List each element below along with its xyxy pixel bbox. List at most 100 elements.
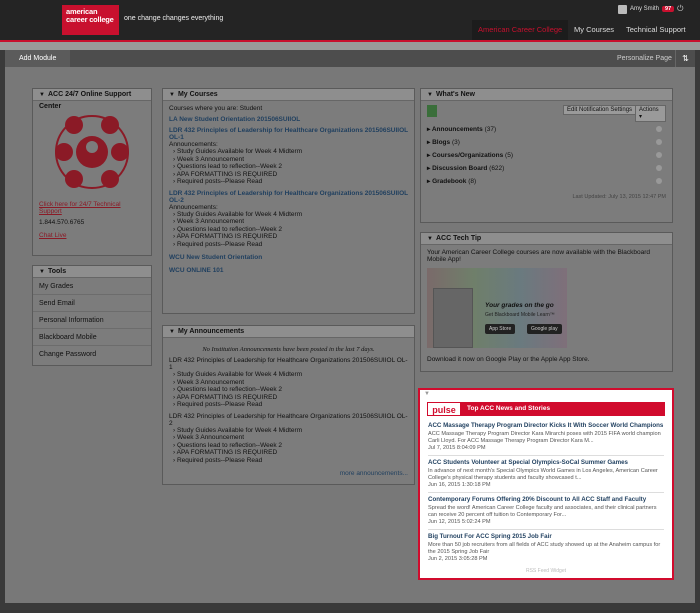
announcement-link[interactable]: › APA FORMATTING IS REQUIRED: [169, 449, 408, 457]
whats-new-row[interactable]: ▸ Announcements (37): [427, 123, 666, 136]
collapse-icon[interactable]: ▼: [427, 89, 433, 101]
user-name[interactable]: Amy Smith: [630, 6, 659, 12]
announcement-link[interactable]: › Questions lead to reflection--Week 2: [169, 386, 408, 394]
google-play-badge[interactable]: Google play: [527, 324, 562, 334]
close-icon[interactable]: [656, 165, 662, 171]
tech-tip-module: ▼ ACC Tech Tip Your American Career Colle…: [420, 232, 673, 372]
tools-item[interactable]: Send Email: [33, 295, 151, 312]
tab-american-career-college[interactable]: American Career College: [472, 20, 569, 40]
whats-new-row[interactable]: ▸ Courses/Organizations (5): [427, 149, 666, 162]
course-link[interactable]: WCU New Student Orientation: [169, 254, 408, 261]
pulse-logo: pulse: [427, 402, 461, 416]
course-link[interactable]: WCU ONLINE 101: [169, 267, 408, 274]
story-title[interactable]: Big Turnout For ACC Spring 2015 Job Fair: [428, 533, 664, 540]
no-announcements-note: No Institution Announcements have been p…: [202, 346, 375, 353]
announcement-list: › Study Guides Available for Week 4 Midt…: [169, 371, 408, 409]
story-date: Jun 12, 2015 5:02:24 PM: [428, 518, 491, 525]
tools-item[interactable]: Change Password: [33, 346, 151, 363]
close-icon[interactable]: [656, 139, 662, 145]
actions-button[interactable]: Actions ▾: [635, 105, 666, 122]
announcement-course: LDR 432 Principles of Leadership for Hea…: [169, 357, 408, 371]
news-story[interactable]: Contemporary Forums Offering 20% Discoun…: [428, 496, 664, 530]
tab-my-courses[interactable]: My Courses: [568, 20, 620, 40]
announcement-link[interactable]: › APA FORMATTING IS REQUIRED: [169, 171, 408, 179]
announcement-link[interactable]: › Week 3 Announcement: [169, 156, 408, 164]
phone-image: [433, 288, 473, 348]
whats-new-row[interactable]: ▸ Gradebook (8): [427, 175, 666, 188]
course-announcements: › Study Guides Available for Week 4 Midt…: [169, 148, 408, 186]
chevron-down-icon: ▾: [639, 114, 643, 120]
download-note: Download it now on Google Play or the Ap…: [427, 356, 590, 363]
announcement-link[interactable]: › Study Guides Available for Week 4 Midt…: [169, 148, 408, 156]
announcement-link[interactable]: › Study Guides Available for Week 4 Midt…: [169, 211, 408, 219]
announcement-list: › Study Guides Available for Week 4 Midt…: [169, 427, 408, 465]
story-title[interactable]: ACC Massage Therapy Program Director Kic…: [428, 422, 664, 429]
announcement-link[interactable]: › Study Guides Available for Week 4 Midt…: [169, 371, 408, 379]
tools-item[interactable]: Personal Information: [33, 312, 151, 329]
module-header: ▼ Tools: [33, 266, 151, 278]
announcement-link[interactable]: › Questions lead to reflection--Week 2: [169, 442, 408, 450]
announcement-link[interactable]: › Week 3 Announcement: [169, 434, 408, 442]
announcement-link[interactable]: › Required posts--Please Read: [169, 457, 408, 465]
user-info: Amy Smith 97 ⏻: [618, 4, 683, 14]
collapse-icon[interactable]: ▼: [424, 391, 430, 397]
whats-new-row[interactable]: ▸ Blogs (3): [427, 136, 666, 149]
course-link[interactable]: LDR 432 Principles of Leadership for Hea…: [169, 127, 408, 141]
announcement-link[interactable]: › Study Guides Available for Week 4 Midt…: [169, 427, 408, 435]
mobile-app-promo[interactable]: Your grades on the go Get Blackboard Mob…: [427, 268, 567, 348]
rss-feed-widget-link[interactable]: RSS Feed Widget: [420, 568, 672, 574]
announcement-link[interactable]: › Week 3 Announcement: [169, 218, 408, 226]
chat-live-link[interactable]: Chat Live: [39, 232, 145, 239]
close-icon[interactable]: [656, 152, 662, 158]
whats-new-row[interactable]: ▸ Discussion Board (622): [427, 162, 666, 175]
module-header: ▼ My Courses: [163, 89, 414, 101]
pulse-title: Top ACC News and Stories: [467, 405, 551, 412]
module-header: ▼ My Announcements: [163, 326, 414, 338]
collapse-icon[interactable]: ▼: [169, 326, 175, 338]
story-title[interactable]: ACC Students Volunteer at Special Olympi…: [428, 459, 664, 466]
news-story[interactable]: Big Turnout For ACC Spring 2015 Job Fair…: [428, 533, 664, 565]
announcement-link[interactable]: › Required posts--Please Read: [169, 178, 408, 186]
announcement-link[interactable]: › Required posts--Please Read: [169, 401, 408, 409]
tab-technical-support[interactable]: Technical Support: [620, 20, 692, 40]
course-link[interactable]: LA New Student Orientation 201506SUIIOL: [169, 116, 408, 123]
story-excerpt: More than 50 job recruiters from all fie…: [428, 542, 661, 555]
tech-support-link[interactable]: Click here for 24/7 Technical Support: [39, 201, 145, 215]
whats-new-module: ▼ What's New Edit Notification Settings A…: [420, 88, 673, 223]
my-announcements-module: ▼ My Announcements No Institution Announc…: [162, 325, 415, 485]
user-thumbnail: [427, 105, 437, 117]
collapse-icon[interactable]: ▼: [39, 266, 45, 278]
tagline: one change changes everything: [124, 15, 224, 22]
tools-item[interactable]: My Grades: [33, 278, 151, 295]
collapse-icon[interactable]: ▼: [169, 89, 175, 101]
close-icon[interactable]: [656, 126, 662, 132]
app-store-badge[interactable]: App Store: [485, 324, 516, 334]
edit-notification-settings-button[interactable]: Edit Notification Settings: [563, 105, 637, 115]
notification-badge[interactable]: 97: [662, 6, 675, 12]
story-date: Jun 16, 2015 1:30:18 PM: [428, 481, 491, 488]
support-phone: 1.844.570.6765: [39, 219, 85, 226]
course-link[interactable]: LDR 432 Principles of Leadership for Hea…: [169, 190, 408, 204]
news-story[interactable]: ACC Students Volunteer at Special Olympi…: [428, 459, 664, 493]
announcement-link[interactable]: › APA FORMATTING IS REQUIRED: [169, 233, 408, 241]
news-story[interactable]: ACC Massage Therapy Program Director Kic…: [428, 422, 664, 456]
more-announcements-link[interactable]: more announcements...: [169, 470, 408, 477]
announcement-link[interactable]: › Required posts--Please Read: [169, 241, 408, 249]
promo-subtitle: Get Blackboard Mobile Learn™: [485, 312, 555, 318]
user-avatar[interactable]: [618, 4, 627, 14]
power-icon[interactable]: ⏻: [677, 4, 683, 14]
announcement-link[interactable]: › Week 3 Announcement: [169, 379, 408, 387]
add-module-button[interactable]: Add Module: [5, 50, 71, 67]
course-announcements: › Study Guides Available for Week 4 Midt…: [169, 211, 408, 249]
story-title[interactable]: Contemporary Forums Offering 20% Discoun…: [428, 496, 664, 503]
collapse-icon[interactable]: ▼: [39, 89, 45, 101]
announcement-link[interactable]: › Questions lead to reflection--Week 2: [169, 226, 408, 234]
acc-logo[interactable]: american career college: [62, 5, 119, 35]
tools-item[interactable]: Blackboard Mobile: [33, 329, 151, 346]
reorder-icon[interactable]: ⇅: [675, 50, 695, 67]
announcement-link[interactable]: › APA FORMATTING IS REQUIRED: [169, 394, 408, 402]
announcement-link[interactable]: › Questions lead to reflection--Week 2: [169, 163, 408, 171]
collapse-icon[interactable]: ▼: [427, 233, 433, 245]
personalize-page-button[interactable]: Personalize Page: [617, 50, 672, 67]
close-icon[interactable]: [656, 178, 662, 184]
